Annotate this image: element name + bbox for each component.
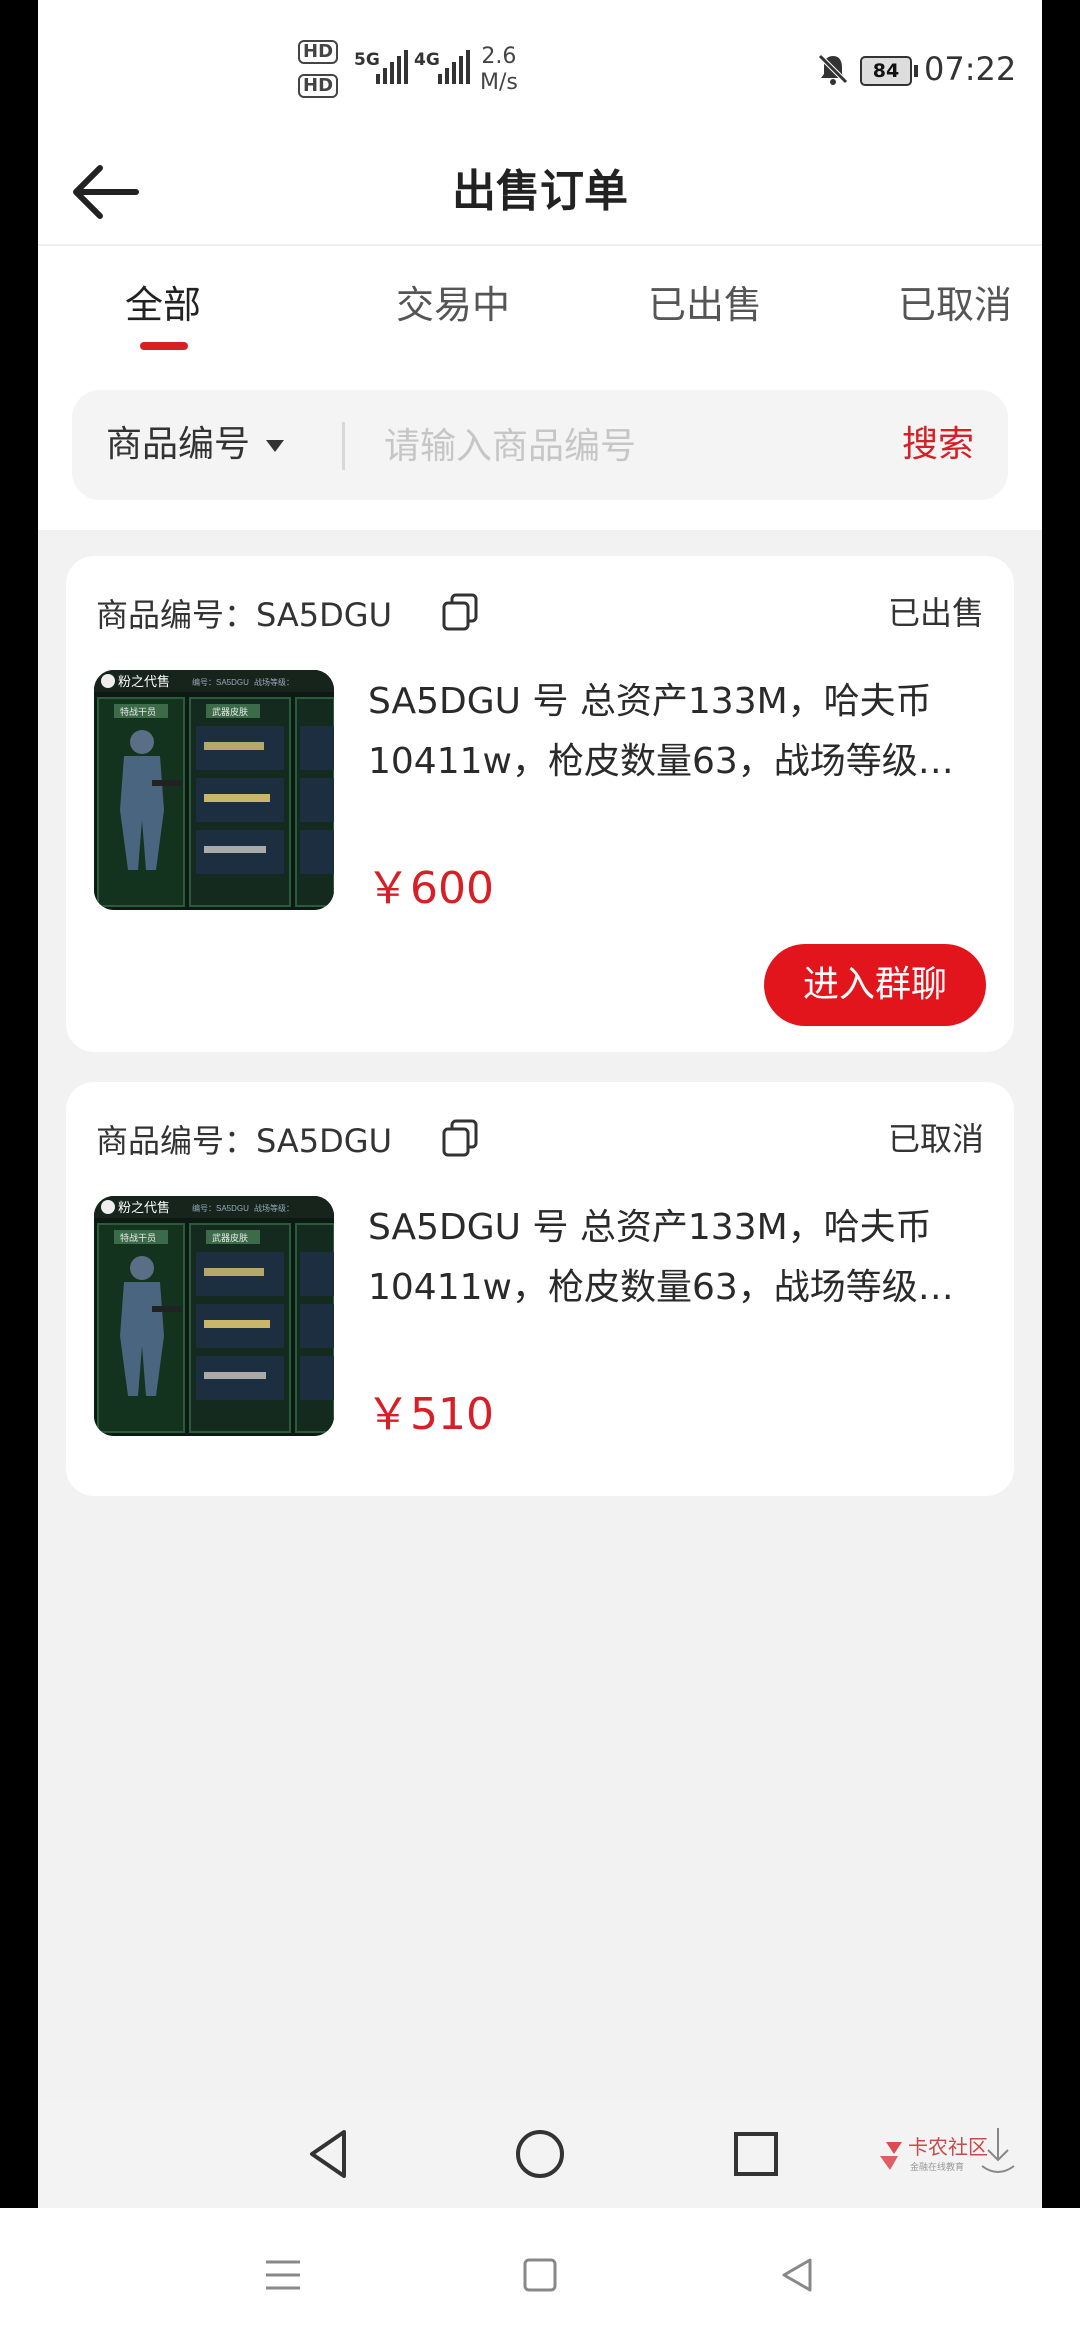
copy-icon[interactable] (440, 1118, 480, 1158)
search-input[interactable] (382, 412, 826, 480)
thumbnail-tag-1: 编号：SA5DGU (192, 677, 249, 687)
network-speed-value: 2.6 (481, 44, 517, 69)
page-header: 出售订单 (38, 140, 1042, 246)
search-bar: 商品编号 搜索 (72, 390, 1008, 500)
product-thumbnail[interactable]: 粉之代售 编号：SA5DGU 战场等级： 特战干员 武器皮肤 (94, 1196, 334, 1436)
product-price: ￥600 (366, 863, 494, 914)
order-status: 已取消 (887, 1120, 984, 1158)
menu-icon[interactable] (262, 2254, 304, 2296)
order-tabs: 全部 交易中 已出售 已取消 (38, 246, 1042, 370)
search-button[interactable]: 搜索 (902, 390, 974, 500)
device-home-icon[interactable] (519, 2254, 561, 2296)
signal-bars-2-icon (438, 50, 470, 84)
thumbnail-tag-1: 编号：SA5DGU (192, 1203, 249, 1213)
tab-all[interactable]: 全部 (38, 274, 288, 329)
active-tab-indicator (140, 342, 188, 350)
product-thumbnail[interactable]: 粉之代售 编号：SA5DGU 战场等级： 特战干员 武器皮肤 (94, 670, 334, 910)
thumbnail-tag-2: 战场等级： (254, 1203, 294, 1213)
signal-type-2: 4G (414, 50, 440, 70)
nav-back-icon[interactable] (300, 2126, 356, 2182)
product-price: ￥510 (366, 1389, 494, 1440)
network-speed: 2.6 M/s (480, 44, 518, 96)
watermark-logo: 卡农社区 金融在线教育 (880, 2128, 1015, 2173)
thumbnail-panel-1: 特战干员 (120, 706, 156, 717)
device-nav-bar (0, 2208, 1080, 2340)
watermark-subtext: 金融在线教育 (910, 2161, 964, 2172)
thumbnail-panel-1: 特战干员 (120, 1232, 156, 1243)
thumbnail-panel-2: 武器皮肤 (212, 706, 248, 717)
product-title[interactable]: SA5DGU 号 总资产133M，哈夫币10411w，枪皮数量63，战场等级… (368, 672, 988, 792)
order-code: 商品编号：SA5DGU (96, 1122, 393, 1160)
status-bar: HD HD 5G 4G 2.6 M/s 84 07:22 (38, 0, 1042, 140)
caret-down-icon (266, 440, 285, 452)
search-filter-dropdown[interactable]: 商品编号 (106, 390, 285, 500)
search-divider (342, 422, 345, 470)
signal-bars-1-icon (376, 50, 408, 84)
back-arrow-icon[interactable] (66, 154, 146, 230)
battery-indicator: 84 (860, 56, 918, 86)
order-card-2[interactable]: 商品编号：SA5DGU 已取消 粉之代售 编号：SA5DGU 战场等级： 特战干… (66, 1082, 1014, 1496)
enter-group-chat-button[interactable]: 进入群聊 (764, 944, 986, 1026)
order-card-1[interactable]: 商品编号：SA5DGU 已出售 粉之代售 编号：SA5DGU 战场等级： 特战干… (66, 556, 1014, 1052)
watermark-text: 卡农社区 (908, 2136, 988, 2159)
tab-cancelled[interactable]: 已取消 (830, 274, 1042, 329)
product-title[interactable]: SA5DGU 号 总资产133M，哈夫币10411w，枪皮数量63，战场等级… (368, 1198, 988, 1318)
device-back-icon[interactable] (776, 2254, 818, 2296)
nav-recents-icon[interactable] (728, 2126, 784, 2182)
tab-trading[interactable]: 交易中 (328, 274, 578, 329)
clock: 07:22 (924, 50, 1017, 88)
search-filter-label: 商品编号 (106, 424, 251, 465)
thumbnail-panel-2: 武器皮肤 (212, 1232, 248, 1243)
tab-sold[interactable]: 已出售 (580, 274, 830, 329)
search-section: 商品编号 搜索 (38, 370, 1042, 530)
order-code: 商品编号：SA5DGU (96, 596, 393, 634)
app-screen: HD HD 5G 4G 2.6 M/s 84 07:22 出售订单 全部 交易中… (38, 0, 1042, 2208)
order-status: 已出售 (887, 594, 984, 632)
hd-indicator-2: HD (298, 74, 339, 98)
copy-icon[interactable] (440, 592, 480, 632)
page-title: 出售订单 (452, 166, 628, 217)
thumbnail-tag-2: 战场等级： (254, 677, 294, 687)
thumbnail-brand: 粉之代售 (118, 1200, 170, 1215)
network-speed-unit: M/s (480, 70, 518, 95)
hd-indicator-1: HD (298, 40, 339, 64)
nav-home-icon[interactable] (512, 2126, 568, 2182)
bell-muted-icon (818, 54, 848, 85)
thumbnail-brand: 粉之代售 (118, 674, 170, 689)
